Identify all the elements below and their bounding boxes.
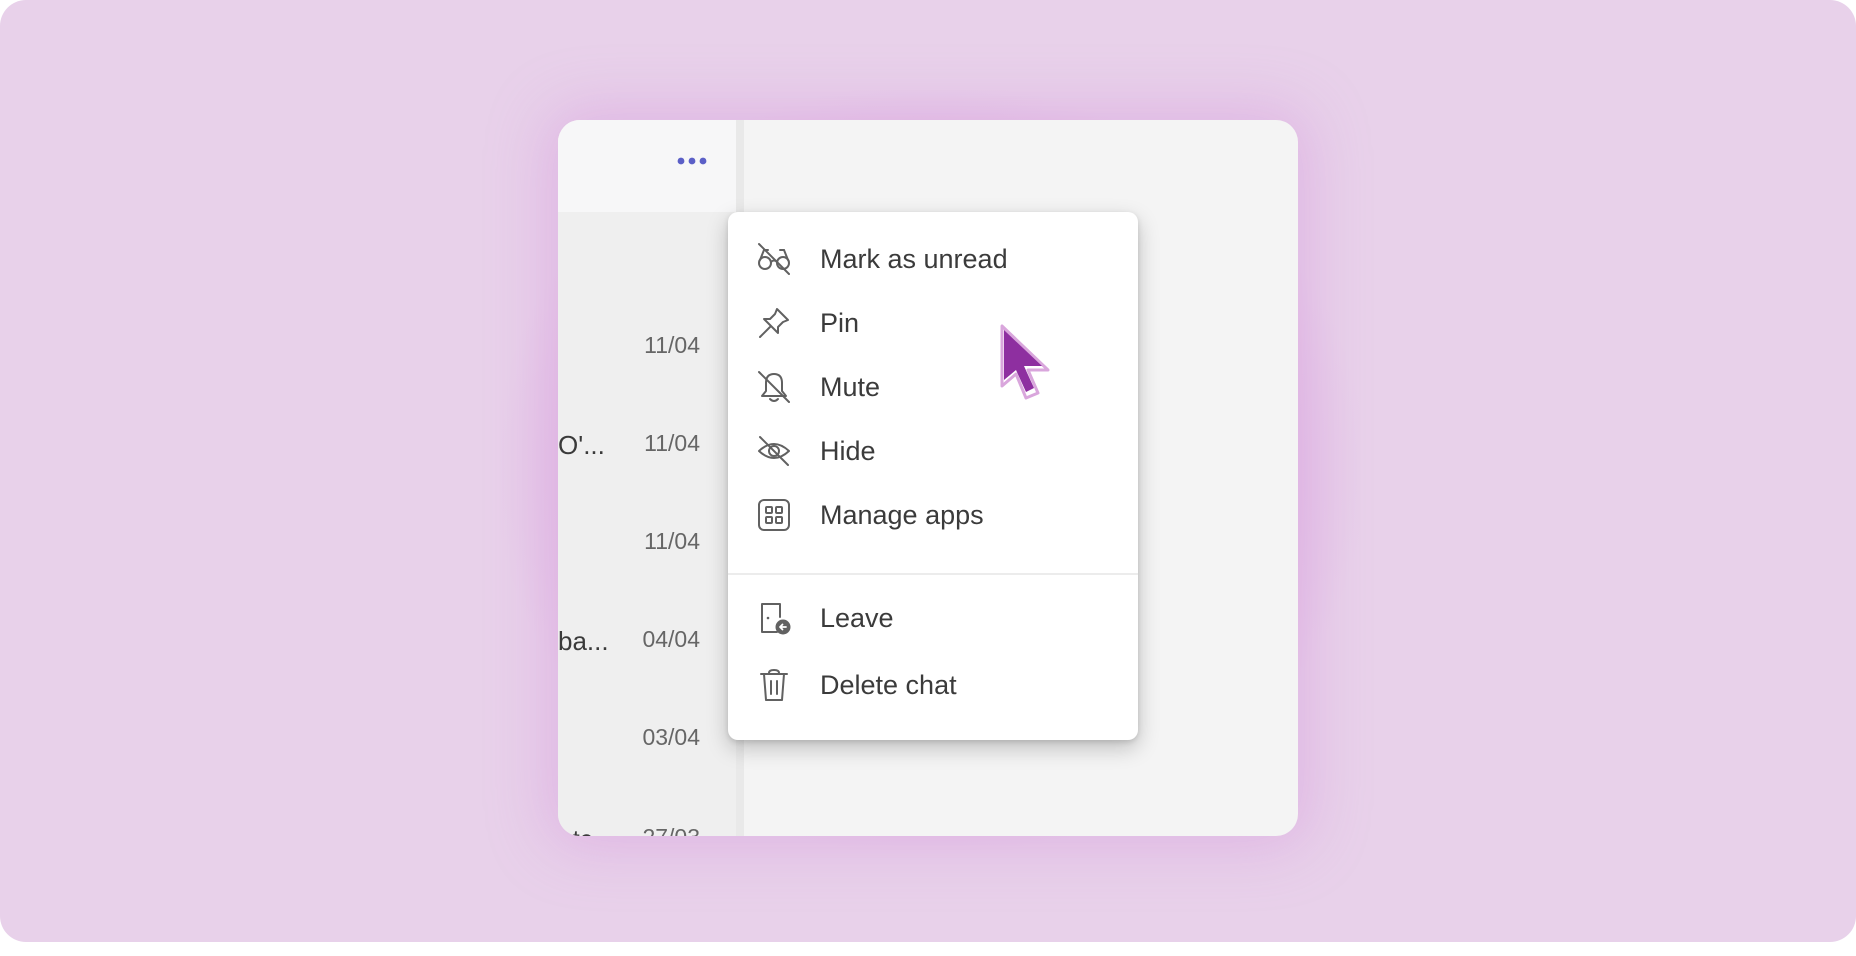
chat-date: 11/04 [644, 528, 700, 554]
leave-menu-item[interactable]: Leave [728, 587, 1138, 649]
chat-date: 11/04 [644, 430, 700, 456]
chat-preview: O'... [558, 430, 605, 460]
chat-list-item[interactable]: 03/04 [558, 708, 736, 806]
mouse-cursor-icon [1000, 324, 1050, 400]
chat-context-menu: Mark as unread Pin Mute Hide Manage apps… [728, 212, 1138, 740]
menu-item-label: Mark as unread [820, 243, 1008, 274]
menu-separator [728, 573, 1138, 575]
mark-unread-icon [756, 241, 792, 277]
more-options-button[interactable] [670, 146, 714, 176]
chat-preview: ba... [558, 626, 609, 656]
mark-as-unread-menu-item[interactable]: Mark as unread [728, 228, 1138, 290]
menu-item-label: Delete chat [820, 669, 957, 700]
chat-date: 11/04 [644, 332, 700, 358]
chat-list-item[interactable]: atc... 27/03 [558, 808, 736, 836]
more-horizontal-icon [677, 157, 707, 165]
chat-date: 04/04 [642, 626, 700, 652]
pin-icon [756, 305, 792, 341]
chat-list-item[interactable]: O'... 11/04 [558, 414, 736, 512]
chat-list-header [558, 120, 736, 212]
eye-off-icon [756, 433, 792, 469]
chat-list-pane: 11/04 O'... 11/04 11/04 ba... 04/04 03/0… [558, 120, 736, 836]
bell-off-icon [756, 369, 792, 405]
manage-apps-menu-item[interactable]: Manage apps [728, 484, 1138, 546]
apps-grid-icon [756, 497, 792, 533]
leave-icon [756, 600, 792, 636]
menu-item-label: Pin [820, 307, 860, 338]
hide-menu-item[interactable]: Hide [728, 420, 1138, 482]
chat-date: 03/04 [642, 724, 700, 750]
menu-item-label: Leave [820, 602, 894, 633]
delete-chat-menu-item[interactable]: Delete chat [728, 654, 1138, 716]
chat-list-item[interactable]: 11/04 [558, 512, 736, 610]
menu-item-label: Hide [820, 435, 876, 466]
chat-list-item[interactable]: ba... 04/04 [558, 610, 736, 708]
chat-date: 27/03 [642, 824, 700, 836]
chat-preview: atc... [558, 824, 614, 836]
chat-list-item[interactable]: 11/04 [558, 316, 736, 414]
mute-menu-item[interactable]: Mute [728, 356, 1138, 418]
menu-item-label: Mute [820, 371, 881, 402]
trash-icon [756, 667, 792, 703]
pin-menu-item[interactable]: Pin [728, 292, 1138, 354]
menu-item-label: Manage apps [820, 499, 984, 530]
